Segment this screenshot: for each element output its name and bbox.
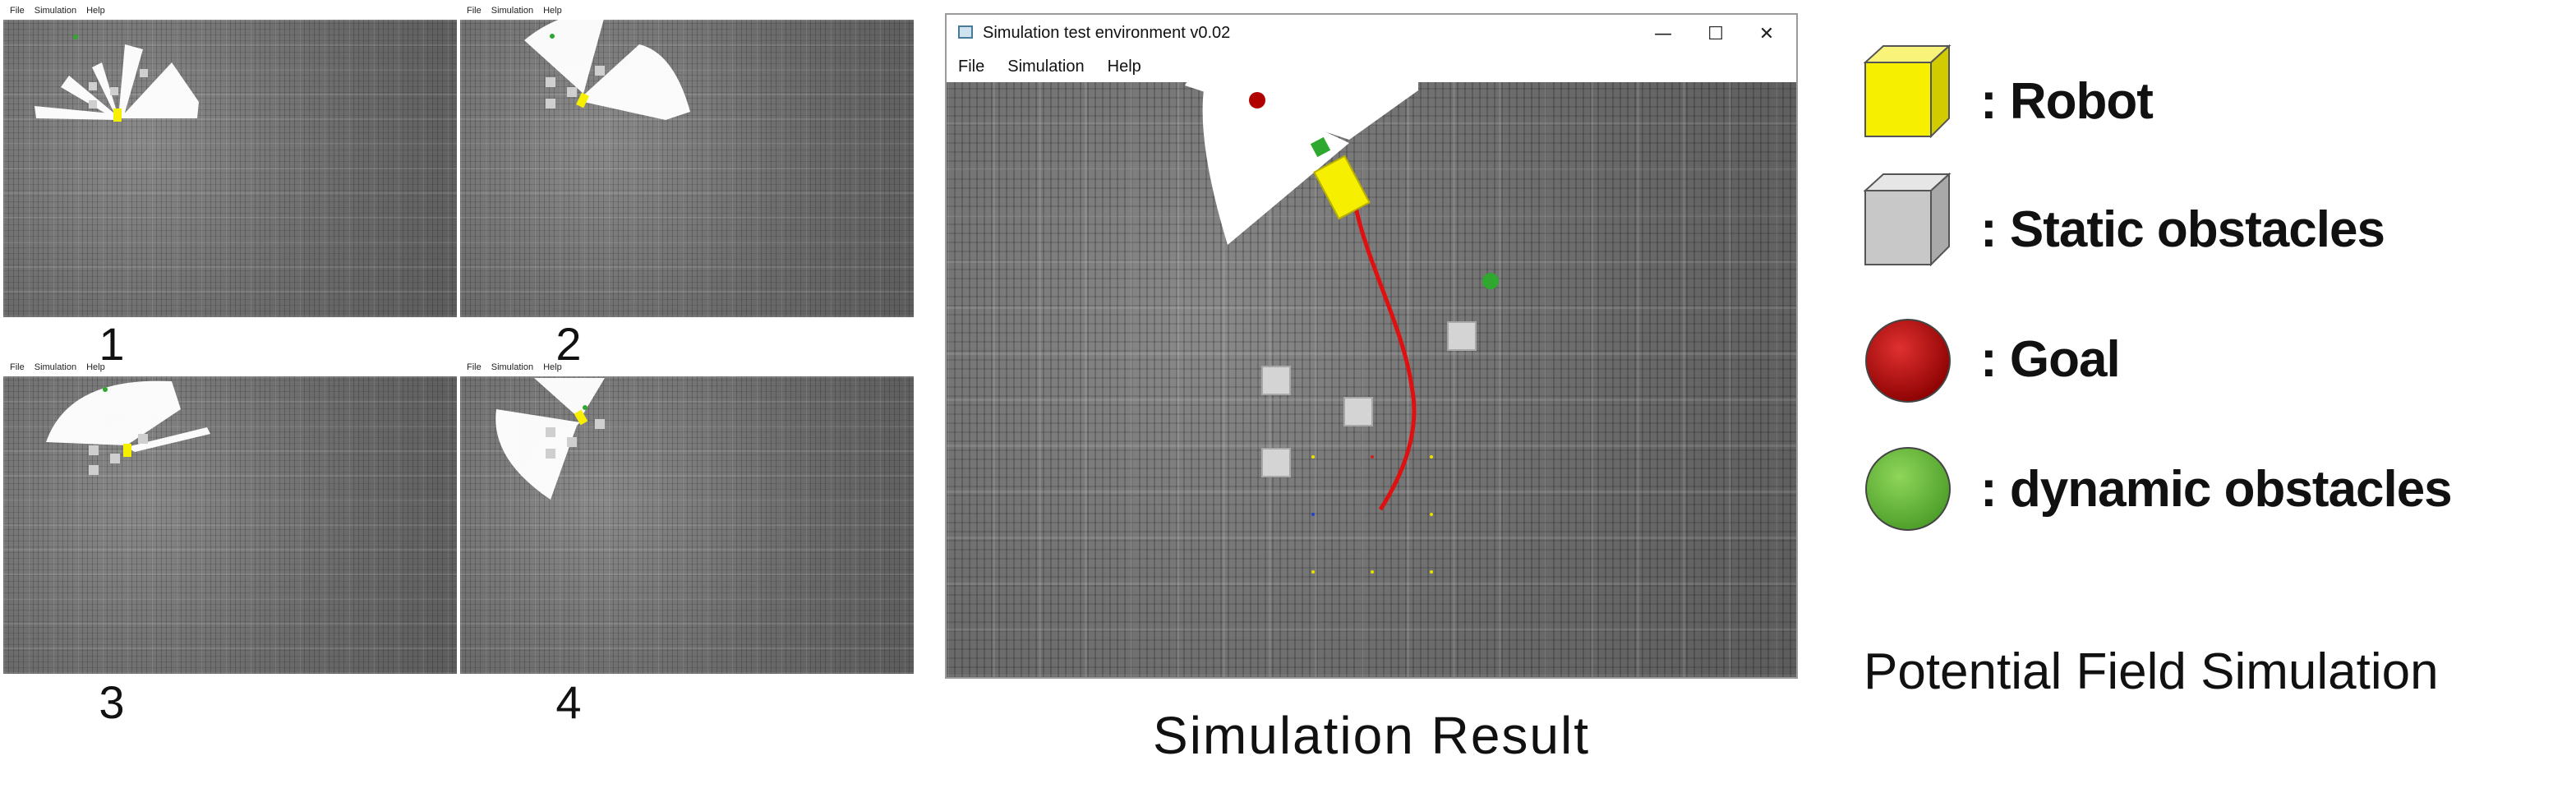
- dynamic-obstacle: [103, 387, 108, 392]
- goal-sphere-icon: [1865, 319, 1951, 403]
- menu-file[interactable]: File: [467, 6, 482, 16]
- static-obstacle: [89, 445, 99, 455]
- robot: [123, 444, 131, 457]
- thumbnail-4: File Simulation Help: [460, 360, 914, 674]
- floor-view: [460, 20, 914, 317]
- app-window-icon: [958, 25, 973, 39]
- thumbnail-menubar: File Simulation Help: [3, 3, 463, 18]
- menu-file[interactable]: File: [958, 58, 984, 76]
- waypoint: [1371, 455, 1374, 459]
- dynamic-obstacle: [583, 405, 588, 410]
- static-obstacle: [140, 69, 148, 77]
- sensor-field: [46, 380, 210, 452]
- menu-simulation[interactable]: Simulation: [1007, 58, 1084, 76]
- menu-file[interactable]: File: [10, 6, 25, 16]
- scene-svg: [46, 380, 210, 475]
- waypoint: [1311, 570, 1315, 574]
- menu-simulation[interactable]: Simulation: [491, 6, 533, 16]
- dynamic-obstacle: [550, 34, 555, 39]
- scene-svg: [495, 378, 605, 500]
- static-obstacle: [89, 465, 99, 475]
- floor-view: [3, 20, 457, 317]
- menu-simulation[interactable]: Simulation: [491, 362, 533, 372]
- maximize-button[interactable]: ☐: [1691, 20, 1740, 48]
- window-title: Simulation test environment v0.02: [983, 24, 1231, 42]
- waypoint: [1430, 513, 1433, 516]
- scene-svg: [1185, 82, 1499, 574]
- waypoint-markers: [1311, 455, 1433, 574]
- waypoint: [1311, 455, 1315, 459]
- static-obstacle: [89, 100, 97, 108]
- sensor-field: [495, 378, 605, 500]
- menu-help[interactable]: Help: [86, 6, 105, 16]
- waypoint: [1430, 455, 1433, 459]
- static-obstacle: [595, 419, 605, 429]
- thumbnail-menubar: File Simulation Help: [460, 360, 920, 375]
- legend-title: Potential Field Simulation: [1864, 643, 2439, 700]
- menu-help[interactable]: Help: [1108, 58, 1141, 76]
- dynamic-obstacle: [73, 35, 78, 39]
- legend-label-static-obstacles: : Static obstacles: [1980, 201, 2385, 258]
- thumbnail-menubar: File Simulation Help: [3, 360, 463, 375]
- static-obstacle: [1447, 321, 1477, 351]
- static-obstacle-cube-icon: [1864, 173, 1952, 267]
- main-caption: Simulation Result: [1153, 706, 1590, 765]
- close-button[interactable]: ✕: [1742, 20, 1791, 48]
- legend-label-dynamic-obstacles: : dynamic obstacles: [1980, 461, 2453, 518]
- static-obstacle: [138, 434, 148, 444]
- minimize-button[interactable]: —: [1638, 20, 1688, 48]
- robot-cube-icon: [1864, 44, 1952, 139]
- waypoint: [1311, 513, 1315, 516]
- scene-svg: [35, 35, 199, 122]
- static-obstacle: [546, 449, 555, 459]
- menubar: File Simulation Help: [947, 53, 1796, 81]
- thumbnail-menubar: File Simulation Help: [460, 3, 920, 18]
- waypoint: [1371, 570, 1374, 574]
- menu-file[interactable]: File: [10, 362, 25, 372]
- static-obstacle: [89, 82, 97, 90]
- robot: [113, 108, 122, 122]
- menu-simulation[interactable]: Simulation: [35, 6, 76, 16]
- static-obstacle: [595, 66, 605, 76]
- menu-help[interactable]: Help: [543, 6, 562, 16]
- static-obstacle: [1261, 366, 1291, 395]
- waypoint: [1430, 570, 1433, 574]
- menu-file[interactable]: File: [467, 362, 482, 372]
- legend-label-robot: : Robot: [1980, 73, 2154, 130]
- simulation-window: Simulation test environment v0.02 — ☐ ✕ …: [945, 13, 1798, 679]
- floor-view: [3, 376, 457, 674]
- thumbnail-2: File Simulation Help: [460, 3, 914, 317]
- static-obstacle: [110, 454, 120, 463]
- scene-svg: [524, 20, 690, 120]
- thumbnail-caption: 3: [99, 676, 125, 728]
- robot-body: [1313, 154, 1371, 220]
- static-obstacles: [1261, 321, 1477, 477]
- legend-label-goal: : Goal: [1980, 331, 2121, 388]
- goal: [1249, 92, 1265, 108]
- thumbnail-caption: 4: [555, 676, 582, 728]
- static-obstacle: [110, 87, 118, 95]
- menu-help[interactable]: Help: [543, 362, 562, 372]
- robot-path: [1353, 206, 1417, 511]
- dynamic-obstacle-sphere-icon: [1865, 447, 1951, 531]
- menu-simulation[interactable]: Simulation: [35, 362, 76, 372]
- dynamic-obstacle: [1482, 273, 1499, 289]
- menu-help[interactable]: Help: [86, 362, 105, 372]
- static-obstacle: [567, 437, 577, 447]
- static-obstacle: [546, 427, 555, 437]
- static-obstacle: [546, 77, 555, 87]
- thumbnail-3: File Simulation Help: [3, 360, 457, 674]
- floor-view: [460, 376, 914, 674]
- simulation-viewport[interactable]: [947, 82, 1796, 677]
- title-bar[interactable]: Simulation test environment v0.02 — ☐ ✕: [947, 15, 1796, 53]
- thumbnail-1: File Simulation Help: [3, 3, 457, 317]
- static-obstacle: [567, 87, 577, 97]
- static-obstacle: [546, 99, 555, 108]
- static-obstacle: [1343, 397, 1373, 426]
- static-obstacle: [1261, 448, 1291, 477]
